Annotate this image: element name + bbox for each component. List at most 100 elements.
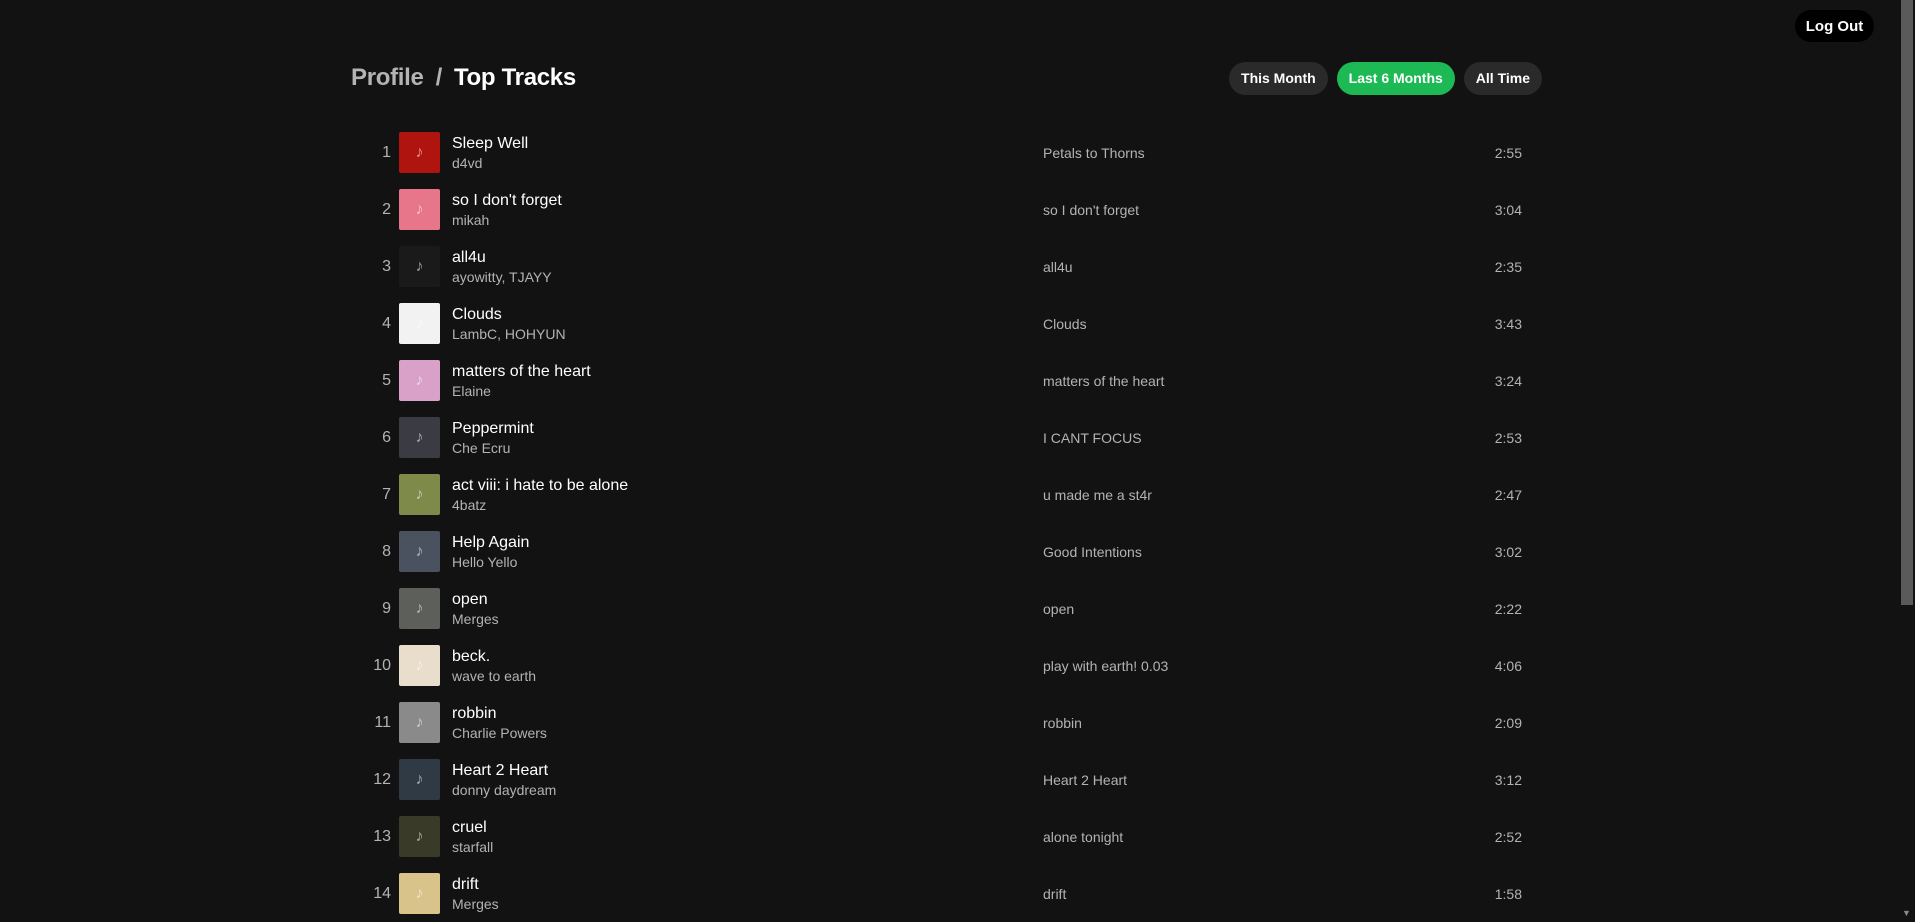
track-album[interactable]: Clouds (1043, 316, 1087, 332)
track-row[interactable]: 7 ♪ act viii: i hate to be alone 4batz u mad… (351, 466, 1542, 523)
track-meta: beck. wave to earth (452, 647, 536, 685)
track-artist[interactable]: Hello Yello (452, 553, 529, 571)
album-art: ♪ (399, 189, 440, 230)
track-rank: 11 (374, 713, 391, 731)
track-artist[interactable]: Merges (452, 895, 499, 913)
track-album[interactable]: Good Intentions (1043, 544, 1142, 560)
scroll-down-arrow-icon[interactable]: ▼ (1902, 908, 1911, 918)
track-row[interactable]: 2 ♪ so I don't forget mikah so I don't forge… (351, 181, 1542, 238)
logout-button[interactable]: Log Out (1795, 10, 1874, 42)
track-title[interactable]: matters of the heart (452, 362, 591, 381)
track-meta: Sleep Well d4vd (452, 134, 528, 172)
album-art: ♪ (399, 303, 440, 344)
track-row[interactable]: 5 ♪ matters of the heart Elaine matters of t… (351, 352, 1542, 409)
track-row[interactable]: 12 ♪ Heart 2 Heart donny daydream Heart 2 He… (351, 751, 1542, 808)
track-title[interactable]: Sleep Well (452, 134, 528, 153)
track-row[interactable]: 1 ♪ Sleep Well d4vd Petals to Thorns 2:55 (351, 124, 1542, 181)
track-row[interactable]: 10 ♪ beck. wave to earth play with earth! 0.… (351, 637, 1542, 694)
track-row[interactable]: 8 ♪ Help Again Hello Yello Good Intentions 3:… (351, 523, 1542, 580)
breadcrumb-profile-link[interactable]: Profile (351, 64, 424, 92)
track-title[interactable]: Heart 2 Heart (452, 761, 556, 780)
music-note-icon: ♪ (415, 485, 424, 503)
track-album[interactable]: matters of the heart (1043, 373, 1164, 389)
track-duration: 3:04 (1494, 201, 1522, 218)
track-album[interactable]: alone tonight (1043, 829, 1123, 845)
scrollbar-thumb[interactable] (1901, 0, 1913, 605)
track-artist[interactable]: wave to earth (452, 667, 536, 685)
track-title[interactable]: Clouds (452, 305, 566, 324)
track-row[interactable]: 6 ♪ Peppermint Che Ecru I CANT FOCUS 2:53 (351, 409, 1542, 466)
track-album[interactable]: all4u (1043, 259, 1073, 275)
track-artist[interactable]: Merges (452, 610, 499, 628)
page-title: Top Tracks (453, 64, 576, 91)
track-title[interactable]: beck. (452, 647, 536, 666)
album-art: ♪ (399, 816, 440, 857)
album-art: ♪ (399, 588, 440, 629)
music-note-icon: ♪ (415, 599, 424, 617)
track-title[interactable]: act viii: i hate to be alone (452, 476, 628, 495)
track-album[interactable]: Petals to Thorns (1043, 145, 1145, 161)
track-rank: 6 (382, 428, 391, 446)
track-title[interactable]: all4u (452, 248, 552, 267)
music-note-icon: ♪ (415, 713, 424, 731)
track-album[interactable]: Heart 2 Heart (1043, 772, 1127, 788)
track-duration: 4:06 (1494, 657, 1522, 674)
track-row[interactable]: 13 ♪ cruel starfall alone tonight 2:52 (351, 808, 1542, 865)
track-row[interactable]: 3 ♪ all4u ayowitty, TJAYY all4u 2:35 (351, 238, 1542, 295)
track-artist[interactable]: Charlie Powers (452, 724, 547, 742)
track-artist[interactable]: Che Ecru (452, 439, 534, 457)
track-row[interactable]: 14 ♪ drift Merges drift 1:58 (351, 865, 1542, 922)
track-artist[interactable]: donny daydream (452, 781, 556, 799)
track-artist[interactable]: d4vd (452, 154, 528, 172)
page-header: Profile / Top Tracks This Month Last 6 M… (351, 58, 1542, 98)
track-title[interactable]: drift (452, 875, 499, 894)
track-row[interactable]: 4 ♪ Clouds LambC, HOHYUN Clouds 3:43 (351, 295, 1542, 352)
track-rank: 8 (382, 542, 391, 560)
track-rank: 13 (373, 827, 391, 845)
track-duration: 2:55 (1494, 144, 1522, 161)
track-meta: drift Merges (452, 875, 499, 913)
track-artist[interactable]: LambC, HOHYUN (452, 325, 566, 343)
track-title[interactable]: Help Again (452, 533, 529, 552)
track-rank: 7 (382, 485, 391, 503)
track-title[interactable]: robbin (452, 704, 547, 723)
track-artist[interactable]: starfall (452, 838, 493, 856)
breadcrumb-separator: / (435, 64, 443, 91)
range-all-time-button[interactable]: All Time (1463, 61, 1542, 95)
track-meta: so I don't forget mikah (452, 191, 562, 229)
track-title[interactable]: open (452, 590, 499, 609)
track-rank: 4 (382, 314, 391, 332)
track-artist[interactable]: Elaine (452, 382, 591, 400)
album-art: ♪ (399, 132, 440, 173)
track-album[interactable]: robbin (1043, 715, 1082, 731)
track-meta: Heart 2 Heart donny daydream (452, 761, 556, 799)
track-title[interactable]: Peppermint (452, 419, 534, 438)
scrollbar[interactable]: ▼ (1899, 0, 1915, 920)
track-meta: robbin Charlie Powers (452, 704, 547, 742)
track-artist[interactable]: mikah (452, 211, 562, 229)
track-title[interactable]: cruel (452, 818, 493, 837)
track-meta: matters of the heart Elaine (452, 362, 591, 400)
track-artist[interactable]: ayowitty, TJAYY (452, 268, 552, 286)
range-this-month-button[interactable]: This Month (1229, 61, 1328, 95)
track-row[interactable]: 9 ♪ open Merges open 2:22 (351, 580, 1542, 637)
track-album[interactable]: drift (1043, 886, 1066, 902)
track-meta: Clouds LambC, HOHYUN (452, 305, 566, 343)
track-album[interactable]: open (1043, 601, 1074, 617)
track-album[interactable]: I CANT FOCUS (1043, 430, 1142, 446)
range-last-6-months-button[interactable]: Last 6 Months (1336, 61, 1455, 95)
time-range-selector: This Month Last 6 Months All Time (1229, 61, 1542, 95)
track-artist[interactable]: 4batz (452, 496, 628, 514)
track-row[interactable]: 11 ♪ robbin Charlie Powers robbin 2:09 (351, 694, 1542, 751)
track-rank: 12 (373, 770, 391, 788)
track-album[interactable]: so I don't forget (1043, 202, 1139, 218)
music-note-icon: ♪ (415, 371, 424, 389)
track-title[interactable]: so I don't forget (452, 191, 562, 210)
track-duration: 2:22 (1494, 600, 1522, 617)
track-album[interactable]: u made me a st4r (1043, 487, 1152, 503)
music-note-icon: ♪ (415, 770, 424, 788)
album-art: ♪ (399, 702, 440, 743)
album-art: ♪ (399, 645, 440, 686)
track-album[interactable]: play with earth! 0.03 (1043, 658, 1168, 674)
track-list: 1 ♪ Sleep Well d4vd Petals to Thorns 2:55 2 ♪ so… (351, 124, 1542, 922)
